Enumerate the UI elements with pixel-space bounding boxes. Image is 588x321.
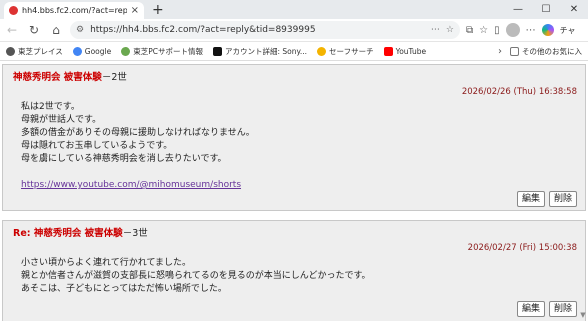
- address-bar[interactable]: ⚙ https://hh4.bbs.fc2.com/?act=reply&tid…: [70, 21, 460, 39]
- browser-toolbar: ← ↻ ⌂ ⚙ https://hh4.bbs.fc2.com/?act=rep…: [0, 19, 588, 42]
- favorite-star-icon[interactable]: ☆: [446, 25, 454, 35]
- bookmark-item[interactable]: 東芝PCサポート情報: [121, 46, 203, 57]
- delete-button[interactable]: 削除: [548, 301, 577, 317]
- bookmark-item[interactable]: アカウント詳細: Sony...: [213, 46, 307, 57]
- sony-icon: [213, 46, 222, 56]
- edit-button[interactable]: 編集: [516, 301, 545, 317]
- google-icon: [72, 46, 82, 56]
- profile-avatar-icon[interactable]: [505, 23, 520, 37]
- bookmark-item[interactable]: Google: [72, 46, 111, 56]
- settings-more-icon[interactable]: ⋯: [526, 25, 536, 36]
- window-controls: — ☐ ✕: [504, 0, 588, 19]
- new-tab-button[interactable]: +: [152, 3, 164, 17]
- bookmarks-bar: 東芝プレイス Google 東芝PCサポート情報 アカウント詳細: Sony..…: [0, 42, 588, 61]
- minimize-icon[interactable]: —: [504, 0, 532, 19]
- tab-bar: hh4.bbs.fc2.com/?act=reply&tid= × + — ☐ …: [0, 0, 588, 19]
- back-icon[interactable]: ←: [4, 23, 20, 37]
- site-favicon-icon: [9, 6, 18, 15]
- youtube-link[interactable]: https://www.youtube.com/@mihomuseum/shor…: [21, 180, 241, 190]
- bookmark-item[interactable]: 東芝プレイス: [6, 46, 63, 57]
- copilot-icon[interactable]: [541, 24, 554, 36]
- home-icon[interactable]: ⌂: [48, 23, 64, 37]
- post-title: Re: 神慈秀明会 被害体験－3世: [13, 228, 148, 239]
- post-date: 2026/02/26 (Thu) 16:38:58: [461, 87, 577, 97]
- tab-title: hh4.bbs.fc2.com/?act=reply&tid=: [22, 6, 127, 15]
- post-body: 小さい頃からよく連れて行かれてました。 親とか信者さんが滋賀の支部長に怒鳴られて…: [21, 258, 371, 294]
- collections-icon[interactable]: ⧉: [466, 25, 473, 36]
- delete-button[interactable]: 削除: [548, 191, 577, 207]
- other-favorites[interactable]: その他のお気に入: [510, 46, 582, 57]
- maximize-icon[interactable]: ☐: [532, 0, 560, 19]
- post-title: 神慈秀明会 被害体験－2世: [13, 72, 127, 83]
- safesearch-icon: [317, 46, 327, 56]
- tab-close-icon[interactable]: ×: [131, 5, 139, 16]
- post-actions: 編集 削除: [516, 191, 577, 207]
- refresh-icon[interactable]: ↻: [26, 23, 42, 37]
- split-screen-icon[interactable]: ▯: [494, 25, 500, 36]
- post-body: 私は2世です。 母親が世話人です。 多額の借金がありその母親に援助しなければなり…: [21, 102, 255, 190]
- browser-tab[interactable]: hh4.bbs.fc2.com/?act=reply&tid= ×: [4, 2, 144, 19]
- profile-label: チャ: [559, 25, 576, 35]
- post-actions: 編集 削除: [516, 301, 577, 317]
- page-content: 神慈秀明会 被害体験－2世 2026/02/26 (Thu) 16:38:58 …: [0, 61, 588, 321]
- youtube-icon: [383, 46, 393, 56]
- favorites-icon[interactable]: ☆: [479, 25, 488, 36]
- close-window-icon[interactable]: ✕: [560, 0, 588, 19]
- post: 神慈秀明会 被害体験－2世 2026/02/26 (Thu) 16:38:58 …: [2, 64, 586, 211]
- scroll-down-icon[interactable]: ▼: [578, 311, 588, 321]
- site-info-icon[interactable]: ⚙: [76, 25, 84, 35]
- post: Re: 神慈秀明会 被害体験－3世 2026/02/27 (Fri) 15:00…: [2, 220, 586, 321]
- edit-button[interactable]: 編集: [516, 191, 545, 207]
- address-url[interactable]: https://hh4.bbs.fc2.com/?act=reply&tid=8…: [90, 25, 425, 35]
- chevron-right-icon[interactable]: ›: [498, 46, 502, 57]
- bookmark-item[interactable]: YouTube: [383, 46, 426, 56]
- support-icon: [121, 46, 131, 56]
- post-date: 2026/02/27 (Fri) 15:00:38: [467, 243, 577, 253]
- bookmark-item[interactable]: セーフサーチ: [317, 46, 374, 57]
- globe-icon: [6, 46, 15, 56]
- more-icon[interactable]: ⋯: [431, 25, 440, 35]
- folder-icon: [510, 46, 519, 56]
